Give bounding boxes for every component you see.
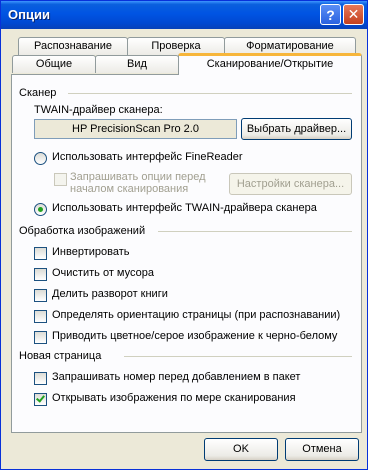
button-label: OK [233, 443, 249, 455]
tab-scan-open[interactable]: Сканирование/Открытие [178, 53, 362, 75]
select-driver-button[interactable]: Выбрать драйвер... [241, 118, 352, 140]
ask-page-number-label: Запрашивать номер перед добавлением в па… [52, 371, 301, 383]
invert-checkbox[interactable] [34, 247, 47, 260]
detect-orientation-label: Определять ориентацию страницы (при расп… [52, 309, 341, 321]
convert-to-bw-checkbox[interactable] [34, 331, 47, 344]
tab-view[interactable]: Вид [95, 55, 179, 73]
title-bar[interactable]: Опции ? ✕ [1, 1, 367, 29]
help-icon: ? [326, 6, 335, 23]
split-book-spread-label: Делить разворот книги [52, 288, 168, 300]
window-title: Опции [8, 7, 50, 22]
ask-options-checkbox[interactable] [54, 173, 67, 186]
tab-general[interactable]: Общие [12, 55, 96, 73]
ask-page-number-checkbox[interactable] [34, 372, 47, 385]
split-book-spread-checkbox[interactable] [34, 289, 47, 302]
close-button[interactable]: ✕ [343, 4, 364, 25]
checkmark-icon [36, 393, 45, 403]
tab-label: Общие [35, 58, 73, 70]
ask-options-label-line1: Запрашивать опции перед [70, 171, 206, 183]
finereader-interface-radio[interactable] [34, 152, 47, 165]
tab-label: Сканирование/Открытие [206, 58, 334, 70]
twain-driver-label: TWAIN-драйвер сканера: [34, 104, 163, 116]
group-divider [68, 93, 352, 94]
tab-label: Распознавание [34, 40, 112, 52]
cancel-button[interactable]: Отмена [285, 438, 359, 461]
close-icon: ✕ [347, 6, 360, 22]
tab-panel-scan-open: Сканер TWAIN-драйвер сканера: HP Precisi… [11, 74, 362, 433]
twain-interface-radio[interactable] [34, 203, 47, 216]
button-label: Настройки сканера... [236, 178, 345, 190]
new-page-group-label: Новая страница [19, 350, 102, 362]
button-label: Выбрать драйвер... [246, 123, 347, 135]
despeckle-label: Очистить от мусора [52, 267, 154, 279]
tab-label: Проверка [151, 40, 201, 52]
finereader-interface-label: Использовать интерфейс FineReader [52, 151, 243, 163]
radio-selected-dot [38, 207, 43, 212]
tab-label: Форматирование [246, 40, 334, 52]
group-divider [124, 356, 352, 357]
twain-driver-value: HP PrecisionScan Pro 2.0 [72, 123, 199, 135]
twain-interface-label: Использовать интерфейс TWAIN-драйвера ск… [52, 202, 317, 214]
help-button[interactable]: ? [320, 4, 341, 25]
scanner-group-label: Сканер [19, 87, 57, 99]
image-processing-group-label: Обработка изображений [19, 225, 146, 237]
twain-driver-field: HP PrecisionScan Pro 2.0 [34, 119, 237, 139]
ask-options-label-line2: началом сканирования [70, 183, 189, 195]
button-label: Отмена [302, 443, 342, 455]
invert-label: Инвертировать [52, 246, 130, 258]
options-dialog: Опции ? ✕ Распознавание Проверка Формати… [0, 0, 368, 470]
despeckle-checkbox[interactable] [34, 268, 47, 281]
tab-recognition[interactable]: Распознавание [18, 37, 128, 55]
scanner-settings-button[interactable]: Настройки сканера... [229, 173, 352, 195]
convert-to-bw-label: Приводить цветное/серое изображение к че… [52, 330, 338, 342]
open-while-scanning-checkbox[interactable] [34, 393, 47, 406]
group-divider [158, 231, 352, 232]
open-while-scanning-label: Открывать изображения по мере сканирован… [52, 392, 296, 404]
detect-orientation-checkbox[interactable] [34, 310, 47, 323]
ok-button[interactable]: OK [204, 438, 278, 461]
tab-label: Вид [127, 58, 147, 70]
